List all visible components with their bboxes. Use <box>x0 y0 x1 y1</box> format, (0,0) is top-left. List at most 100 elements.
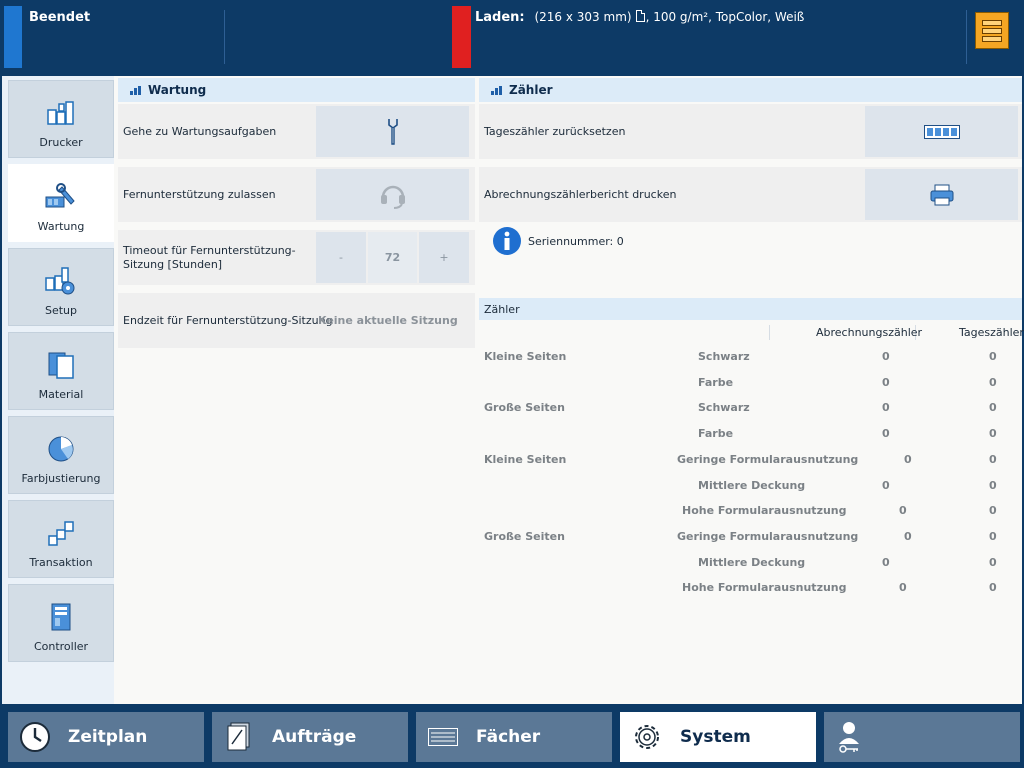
tab-system[interactable]: System <box>620 712 816 762</box>
daily-counter-value: 0 <box>989 452 997 466</box>
counter-icon <box>923 124 960 139</box>
billing-counter-value: 0 <box>899 581 907 595</box>
main-frame: Drucker Wartung Setup Material Farbjusti… <box>2 76 1024 704</box>
endtime-value: Keine aktuelle Sitzung <box>318 313 458 327</box>
sidebar-item-transaktion[interactable]: Transaktion <box>8 500 114 578</box>
color-adjustment-icon <box>44 434 78 464</box>
daily-counter-value: 0 <box>989 427 997 441</box>
print-billing-report-button[interactable] <box>865 169 1018 220</box>
section-header-zaehler: Zähler <box>479 78 1022 102</box>
sidebar-item-label: Setup <box>44 304 78 317</box>
billing-counter-value: 0 <box>882 401 890 415</box>
content-area: Wartung Gehe zu Wartungsaufgaben Fernunt… <box>114 76 1024 704</box>
col-header-daily: Tageszähler <box>959 326 1024 339</box>
billing-counter-value: 0 <box>904 529 912 543</box>
trays-icon <box>426 720 460 754</box>
sidebar-item-wartung[interactable]: Wartung <box>8 164 114 242</box>
sidebar-item-label: Transaktion <box>29 556 93 569</box>
status-indicator[interactable] <box>4 6 22 68</box>
sidebar-item-controller[interactable]: Controller <box>8 584 114 662</box>
maintenance-icon <box>44 182 78 212</box>
tab-faecher[interactable]: Fächer <box>416 712 612 762</box>
section-icon <box>130 86 144 95</box>
tab-auftraege[interactable]: Aufträge <box>212 712 408 762</box>
row-billing-report: Abrechnungszählerbericht drucken <box>479 167 1022 222</box>
load-info[interactable]: Laden: (216 x 303 mm) , 100 g/m², TopColo… <box>475 10 804 25</box>
counter-type-label: Farbe <box>698 375 734 389</box>
headset-icon <box>380 185 405 209</box>
daily-counter-value: 0 <box>989 581 997 595</box>
counter-type-label: Farbe <box>698 427 734 441</box>
printer-icon <box>44 98 78 128</box>
billing-counter-value: 0 <box>904 452 912 466</box>
sidebar-item-label: Drucker <box>39 136 83 149</box>
counter-table-title: Zähler <box>479 298 1022 320</box>
section-title: Wartung <box>148 83 207 97</box>
sidebar-item-material[interactable]: Material <box>8 332 114 410</box>
daily-counter-value: 0 <box>989 350 997 363</box>
remote-support-button[interactable] <box>316 169 469 220</box>
row-label: Tageszähler zurücksetzen <box>484 124 626 138</box>
counter-type-label: Geringe Formularausnutzung <box>677 529 859 543</box>
billing-counter-value: 0 <box>882 350 890 363</box>
printer-status-text[interactable]: Beendet <box>29 10 90 25</box>
divider <box>224 10 225 64</box>
section-header-wartung: Wartung <box>118 78 475 102</box>
col-header-billing: Abrechnungszähler <box>816 326 923 339</box>
row-timeout: Timeout für Fernunterstützung-Sitzung [S… <box>118 230 475 285</box>
row-label: Gehe zu Wartungsaufgaben <box>123 124 277 138</box>
counter-type-label: Geringe Formularausnutzung <box>677 452 859 466</box>
counter-type-label: Schwarz <box>698 350 750 363</box>
daily-counter-value: 0 <box>989 555 997 569</box>
counter-type-label: Hohe Formularausnutzung <box>682 581 847 595</box>
section-icon <box>491 86 505 95</box>
tray-icon <box>982 35 1002 42</box>
tray-icon <box>982 27 1002 34</box>
tab-label: Zeitplan <box>68 727 148 747</box>
billing-counter-value: 0 <box>899 504 907 518</box>
sidebar-item-label: Wartung <box>37 220 85 233</box>
sidebar-item-farbjustierung[interactable]: Farbjustierung <box>8 416 114 494</box>
info-icon <box>493 227 521 255</box>
sidebar-nav: Drucker Wartung Setup Material Farbjusti… <box>8 80 114 704</box>
timeout-plus-button[interactable]: + <box>419 232 469 283</box>
sidebar-item-label: Farbjustierung <box>21 472 101 485</box>
billing-counter-value: 0 <box>882 427 890 441</box>
billing-counter-value: 0 <box>882 555 890 569</box>
daily-counter-value: 0 <box>989 375 997 389</box>
tab-user[interactable] <box>824 712 1020 762</box>
document-icon <box>635 10 645 22</box>
tray-icon <box>982 19 1002 26</box>
sidebar-item-setup[interactable]: Setup <box>8 248 114 326</box>
gear-icon <box>630 720 664 754</box>
clock-icon <box>18 720 52 754</box>
load-media: , 100 g/m², TopColor, Weiß <box>645 10 805 24</box>
counter-group-label: Kleine Seiten <box>484 452 567 466</box>
billing-counter-value: 0 <box>882 375 890 389</box>
billing-counter-value: 0 <box>882 478 890 492</box>
section-title: Zähler <box>509 83 553 97</box>
tab-zeitplan[interactable]: Zeitplan <box>8 712 204 762</box>
setup-icon <box>44 266 78 296</box>
divider <box>966 10 967 64</box>
counter-type-label: Hohe Formularausnutzung <box>682 504 847 518</box>
timeout-minus-button[interactable]: - <box>316 232 366 283</box>
sidebar-item-label: Controller <box>33 640 89 653</box>
alert-indicator[interactable] <box>452 6 471 68</box>
daily-counter-value: 0 <box>989 478 997 492</box>
trays-status-button[interactable] <box>975 12 1009 49</box>
sidebar-item-drucker[interactable]: Drucker <box>8 80 114 158</box>
reset-daily-counter-button[interactable] <box>865 106 1018 157</box>
serial-number: Seriennummer: 0 <box>528 234 624 248</box>
column-divider <box>769 325 770 340</box>
row-label: Fernunterstützung zulassen <box>123 187 276 201</box>
tab-label: Aufträge <box>272 727 357 747</box>
controller-icon <box>44 602 78 632</box>
print-icon <box>930 184 953 205</box>
jobs-icon <box>222 720 256 754</box>
top-status-bar: Beendet Laden: (216 x 303 mm) , 100 g/m²,… <box>0 0 1024 74</box>
load-label: Laden: <box>475 10 525 25</box>
row-goto-maintenance: Gehe zu Wartungsaufgaben <box>118 104 475 159</box>
timeout-value[interactable]: 72 <box>368 232 417 283</box>
goto-maintenance-button[interactable] <box>316 106 469 157</box>
